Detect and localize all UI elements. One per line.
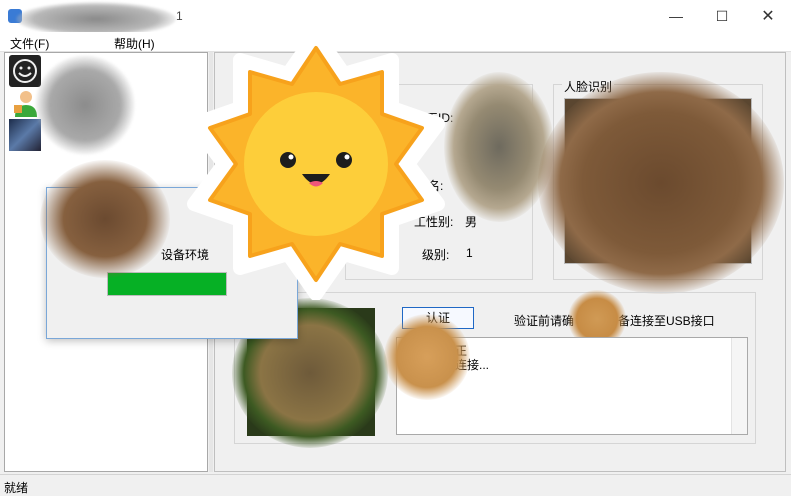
- menu-help[interactable]: 帮助(H): [114, 35, 155, 52]
- blurred-title-overlay: [16, 2, 176, 36]
- dry-soil-photo-overlay: [40, 160, 170, 278]
- minimize-button[interactable]: —: [653, 0, 699, 32]
- maximize-button[interactable]: ☐: [699, 0, 745, 32]
- status-bar: 就绪: [0, 474, 791, 496]
- status-text: 就绪: [4, 481, 29, 495]
- menu-file[interactable]: 文件(F): [10, 35, 49, 52]
- auth-hint-tail-text: 备连接至USB接口: [618, 314, 715, 328]
- close-button[interactable]: ✕: [745, 0, 791, 32]
- sun-sticker-icon: [187, 27, 445, 300]
- photo-thumbnail-icon[interactable]: [9, 119, 41, 151]
- employee-level-value: 1: [466, 246, 473, 260]
- gravel-photo-overlay: [444, 72, 554, 222]
- employee-gender-value: 男: [465, 215, 478, 229]
- log-scrollbar[interactable]: [731, 338, 747, 434]
- smiley-avatar-icon[interactable]: [9, 55, 41, 87]
- window-title: 1: [176, 9, 183, 23]
- wood-disc-photo-overlay: [384, 314, 470, 400]
- blurred-noise-overlay: [35, 55, 135, 155]
- cracked-earth-photo-overlay: [538, 72, 784, 294]
- auth-hint-text: 验证前请确: [514, 314, 575, 328]
